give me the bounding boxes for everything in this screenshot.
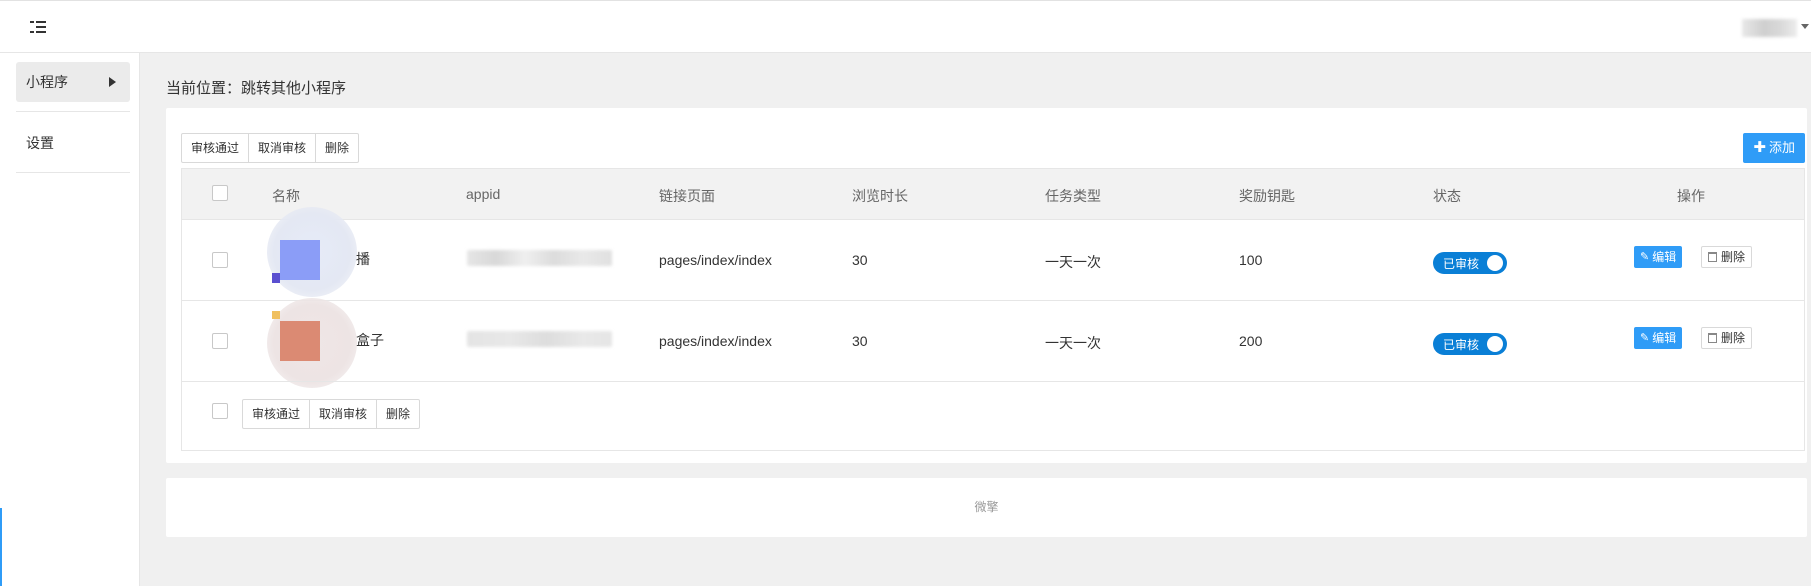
table-header: 名称 appid 链接页面 浏览时长 任务类型 奖励钥匙 状态 操作: [182, 169, 1804, 219]
delete-row-button[interactable]: 删除: [1701, 327, 1753, 349]
toggle-knob: [1487, 255, 1503, 271]
row-duration: 30: [852, 333, 868, 349]
main-panel: 审核通过 取消审核 删除 ✚ 添加 名称 appid 链接页面 浏览时长 任务类…: [166, 108, 1807, 463]
row-name: 播: [356, 251, 370, 267]
status-toggle-label: 已审核: [1443, 338, 1480, 352]
cancel-review-button[interactable]: 取消审核: [249, 134, 317, 162]
delete-row-label: 删除: [1721, 250, 1746, 264]
sidebar-item-label: 小程序: [26, 74, 68, 90]
approve-button[interactable]: 审核通过: [243, 400, 311, 428]
window-edge-accent: [0, 508, 2, 586]
edit-button[interactable]: ✎ 编辑: [1634, 246, 1683, 268]
row-duration: 30: [852, 252, 868, 268]
data-table: 名称 appid 链接页面 浏览时长 任务类型 奖励钥匙 状态 操作 播 pag…: [181, 168, 1805, 451]
plus-icon: ✚: [1753, 139, 1766, 156]
pencil-icon: ✎: [1640, 332, 1650, 344]
delete-row-label: 删除: [1721, 331, 1746, 345]
appid-redacted: [467, 331, 612, 347]
col-actions: 操作: [1677, 188, 1705, 204]
edit-button-label: 编辑: [1652, 250, 1677, 264]
app-logo: [267, 207, 357, 297]
batch-actions-bottom: 审核通过 取消审核 删除: [242, 399, 421, 429]
status-toggle[interactable]: 已审核: [1433, 333, 1507, 355]
footer: 微擎: [166, 478, 1807, 537]
batch-actions: 审核通过 取消审核 删除: [181, 133, 360, 163]
delete-button[interactable]: 删除: [316, 134, 358, 162]
user-name-redacted: [1742, 19, 1797, 37]
row-reward: 100: [1239, 252, 1263, 268]
sidebar-item-label: 设置: [26, 135, 54, 151]
sidebar-divider: [16, 172, 130, 173]
row-reward: 200: [1239, 333, 1263, 349]
user-menu[interactable]: [1731, 15, 1811, 41]
add-button[interactable]: ✚ 添加: [1743, 133, 1805, 163]
menu-fold-icon[interactable]: [30, 20, 46, 34]
app-logo: [267, 298, 357, 388]
col-appid: appid: [466, 186, 501, 202]
col-page: 链接页面: [659, 188, 715, 204]
breadcrumb: 当前位置：跳转其他小程序: [166, 80, 347, 97]
select-all-checkbox-bottom[interactable]: [212, 403, 228, 419]
sidebar-item-settings[interactable]: 设置: [16, 123, 130, 163]
delete-button[interactable]: 删除: [377, 400, 419, 428]
trash-icon: [1708, 333, 1717, 343]
row-name: 盒子: [356, 332, 384, 348]
table-row: 盒子 pages/index/index 30 一天一次 200 已审核 ✎ 编…: [182, 298, 1804, 388]
caret-down-icon: [1801, 24, 1809, 29]
status-toggle[interactable]: 已审核: [1433, 252, 1507, 274]
appid-redacted: [467, 250, 612, 266]
col-reward: 奖励钥匙: [1239, 188, 1295, 204]
approve-button[interactable]: 审核通过: [182, 134, 250, 162]
row-checkbox[interactable]: [212, 252, 228, 268]
caret-right-icon: [109, 77, 116, 87]
top-bar: [0, 0, 1811, 53]
pencil-icon: ✎: [1640, 251, 1650, 263]
delete-row-button[interactable]: 删除: [1701, 246, 1753, 268]
status-toggle-label: 已审核: [1443, 257, 1480, 271]
edit-button[interactable]: ✎ 编辑: [1634, 327, 1683, 349]
row-task-type: 一天一次: [1045, 335, 1101, 351]
toggle-knob: [1487, 336, 1503, 352]
sidebar-item-miniprogram[interactable]: 小程序: [16, 62, 130, 102]
cancel-review-button[interactable]: 取消审核: [310, 400, 378, 428]
col-task-type: 任务类型: [1045, 188, 1101, 204]
trash-icon: [1708, 252, 1717, 262]
table-footer: 审核通过 取消审核 删除: [182, 381, 1804, 451]
row-page: pages/index/index: [659, 252, 772, 268]
add-button-label: 添加: [1768, 140, 1795, 155]
col-status: 状态: [1433, 188, 1461, 204]
row-checkbox[interactable]: [212, 333, 228, 349]
sidebar: 小程序 设置: [0, 53, 140, 586]
edit-button-label: 编辑: [1652, 331, 1677, 345]
select-all-checkbox[interactable]: [212, 185, 228, 201]
footer-text: 微擎: [974, 500, 999, 514]
row-page: pages/index/index: [659, 333, 772, 349]
table-row: 播 pages/index/index 30 一天一次 100 已审核 ✎ 编辑…: [182, 207, 1804, 300]
col-duration: 浏览时长: [852, 188, 908, 204]
row-task-type: 一天一次: [1045, 254, 1101, 270]
sidebar-divider: [16, 111, 130, 112]
col-name: 名称: [272, 188, 300, 204]
